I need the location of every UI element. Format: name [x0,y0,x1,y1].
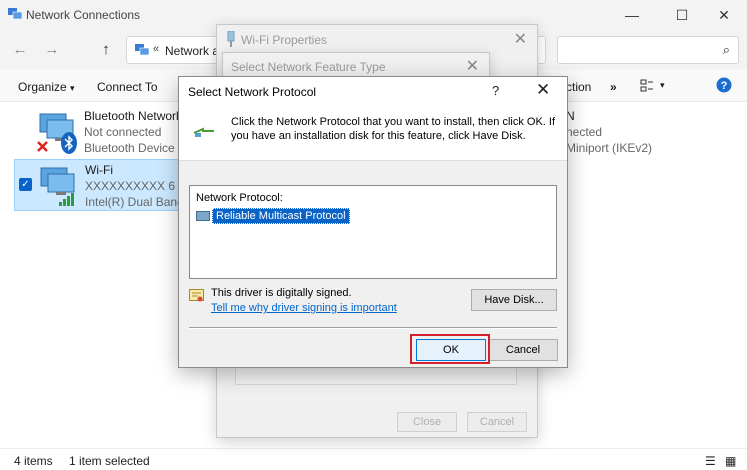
close-icon[interactable]: ✕ [536,80,550,100]
more-commands-button[interactable]: » [610,80,617,94]
network-protocol-icon [193,127,214,137]
view-layout-icon[interactable] [640,79,654,93]
up-arrow-icon[interactable]: ↑ [96,40,116,60]
back-arrow-icon[interactable]: ← [10,40,30,60]
status-bar: 4 items 1 item selected ☰ ▦ [0,448,747,470]
adapter-status: Not connected [84,125,162,139]
forward-arrow-icon[interactable]: → [42,40,62,60]
selection-count: 1 item selected [69,454,150,468]
window-title: Network Connections [26,8,141,22]
connection-command-fragment[interactable]: ction [566,80,591,94]
close-icon[interactable]: ✕ [514,29,527,49]
instruction-panel: Click the Network Protocol that you want… [179,107,567,161]
list-header: Network Protocol: [196,192,283,204]
adapter-status: XXXXXXXXXX 6 [85,179,176,193]
item-count: 4 items [14,454,53,468]
dialog-divider [189,327,557,329]
search-input[interactable]: ⌕ [557,36,739,64]
dialog-title: Select Network Feature Type [231,60,386,74]
bluetooth-icon [61,132,77,154]
svg-text:?: ? [721,80,728,92]
protocol-list[interactable]: Network Protocol: Reliable Multicast Pro… [189,185,557,279]
ok-highlight-annotation [410,334,490,364]
dialog-body: Click the Network Protocol that you want… [179,107,567,367]
selected-protocol: Reliable Multicast Protocol [212,208,350,224]
details-view-icon[interactable]: ☰ [705,454,716,468]
connect-to-button[interactable]: Connect To [97,80,158,94]
instruction-text: Click the Network Protocol that you want… [231,116,556,142]
adapter-device-fragment: Miniport (IKEv2) [566,141,653,155]
network-adapter-icon [227,31,235,47]
select-network-protocol-dialog: Select Network Protocol ? ✕ Click the Ne… [178,76,568,368]
have-disk-button[interactable]: Have Disk... [471,289,557,311]
close-icon[interactable]: ✕ [466,56,479,76]
network-connections-icon [135,44,149,56]
organize-button[interactable]: Organize ▾ [18,80,75,94]
selection-checkbox[interactable]: ✓ [19,178,32,191]
maximize-icon[interactable]: ☐ [659,0,705,30]
adapter-name: Wi-Fi [85,163,113,177]
signed-text: This driver is digitally signed. [211,287,352,299]
driver-signing-link[interactable]: Tell me why driver signing is important [211,302,397,314]
network-connections-icon [8,8,22,20]
close-icon[interactable]: ✕ [701,0,747,30]
dialog-title: Select Network Protocol [188,85,317,99]
close-button[interactable]: Close [397,412,457,432]
help-icon[interactable]: ? [716,77,732,93]
adapter-status-fragment: nected [566,125,603,139]
search-icon: ⌕ [722,42,730,57]
dialog-title: Wi-Fi Properties [241,33,328,47]
disconnected-x-icon [37,141,48,152]
address-chevron: « [153,43,160,55]
organize-label: Organize [18,80,67,94]
network-protocol-icon [196,211,210,221]
chevron-down-icon: ▾ [70,83,75,93]
cancel-button[interactable]: Cancel [488,339,558,361]
cancel-button[interactable]: Cancel [467,412,527,432]
minimize-icon[interactable]: — [609,0,655,30]
help-button[interactable]: ? [492,83,499,98]
certificate-icon [189,289,204,302]
view-dropdown-icon[interactable]: ▾ [660,80,665,91]
signal-bars-icon [59,193,74,206]
tiles-view-icon[interactable]: ▦ [725,454,736,468]
